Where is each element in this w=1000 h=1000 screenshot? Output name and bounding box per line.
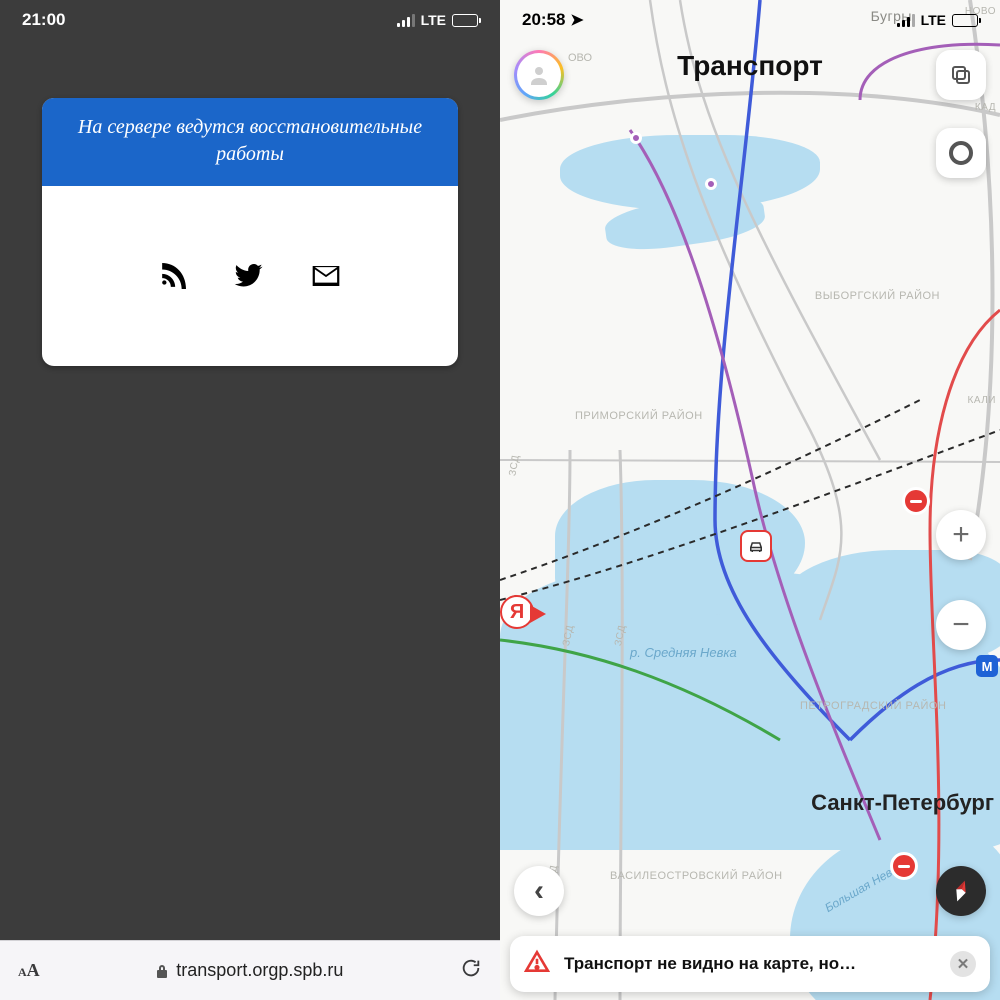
social-icons-row [42, 186, 458, 366]
map-district-label: ВЫБОРГСКИЙ РАЙОН [815, 290, 940, 302]
search-mode-button[interactable] [936, 128, 986, 178]
twitter-icon[interactable] [234, 264, 264, 288]
map-area-label: КАЛИ [968, 395, 996, 406]
maintenance-card: На сервере ведутся восстановительные раб… [42, 98, 458, 366]
url-text: transport.orgp.spb.ru [176, 960, 343, 981]
map-district-label: ПРИМОРСКИЙ РАЙОН [575, 410, 703, 422]
metro-station-dot[interactable] [705, 178, 717, 190]
status-bar: 21:00 LTE [0, 0, 500, 40]
person-icon [527, 63, 551, 87]
safari-toolbar: AA transport.orgp.spb.ru [0, 940, 500, 1000]
map-city-label: Санкт-Петербург [811, 790, 994, 816]
layers-button[interactable] [936, 50, 986, 100]
signal-icon [897, 14, 915, 27]
traffic-block-icon[interactable] [890, 852, 918, 880]
incident-icon[interactable] [740, 530, 772, 562]
text-size-button[interactable]: AA [18, 960, 40, 981]
close-banner-button[interactable]: ✕ [950, 951, 976, 977]
battery-icon [452, 14, 478, 27]
status-bar: 20:58 ➤ LTE [500, 0, 1000, 40]
layers-icon [949, 63, 973, 87]
maintenance-banner: На сервере ведутся восстановительные раб… [42, 98, 458, 186]
lock-icon [156, 964, 168, 978]
profile-button[interactable] [514, 50, 564, 100]
yandex-marker[interactable]: Я [500, 595, 540, 635]
alert-banner[interactable]: Транспорт не видно на карте, но… ✕ [510, 936, 990, 992]
map-river-label: р. Средняя Невка [630, 645, 737, 660]
network-label: LTE [421, 12, 446, 28]
traffic-block-icon[interactable] [902, 487, 930, 515]
map-road-label: КАД [975, 102, 996, 113]
reload-button[interactable] [460, 957, 482, 984]
status-indicators: LTE [897, 12, 978, 28]
compass-icon [944, 874, 977, 907]
zoom-out-button[interactable]: − [936, 600, 986, 650]
mail-icon[interactable] [312, 266, 340, 286]
app-title: Транспорт [500, 50, 1000, 82]
circle-icon [948, 140, 974, 166]
address-bar[interactable]: transport.orgp.spb.ru [40, 960, 460, 981]
compass-button[interactable] [936, 866, 986, 916]
rss-icon[interactable] [160, 263, 186, 289]
status-time: 21:00 [22, 10, 65, 30]
signal-icon [397, 14, 415, 27]
map-district-label: ПЕТРОГРАДСКИЙ РАЙОН [800, 700, 946, 712]
status-time: 20:58 ➤ [522, 10, 584, 30]
browser-screen: 21:00 LTE На сервере ведутся восстановит… [0, 0, 500, 1000]
map-app-screen: ОВО Бугры НОВО КАД ВЫБОРГСКИЙ РАЙОН КАЛИ… [500, 0, 1000, 1000]
metro-station-dot[interactable] [630, 132, 642, 144]
network-label: LTE [921, 12, 946, 28]
location-icon: ➤ [570, 12, 583, 29]
back-button[interactable]: ‹ [514, 866, 564, 916]
metro-station-icon[interactable]: М [976, 655, 998, 677]
alert-text: Транспорт не видно на карте, но… [564, 954, 936, 974]
status-indicators: LTE [397, 12, 478, 28]
battery-icon [952, 14, 978, 27]
zoom-in-button[interactable]: + [936, 510, 986, 560]
map-district-label: ВАСИЛЕОСТРОВСКИЙ РАЙОН [610, 870, 783, 882]
warning-icon [524, 949, 550, 980]
